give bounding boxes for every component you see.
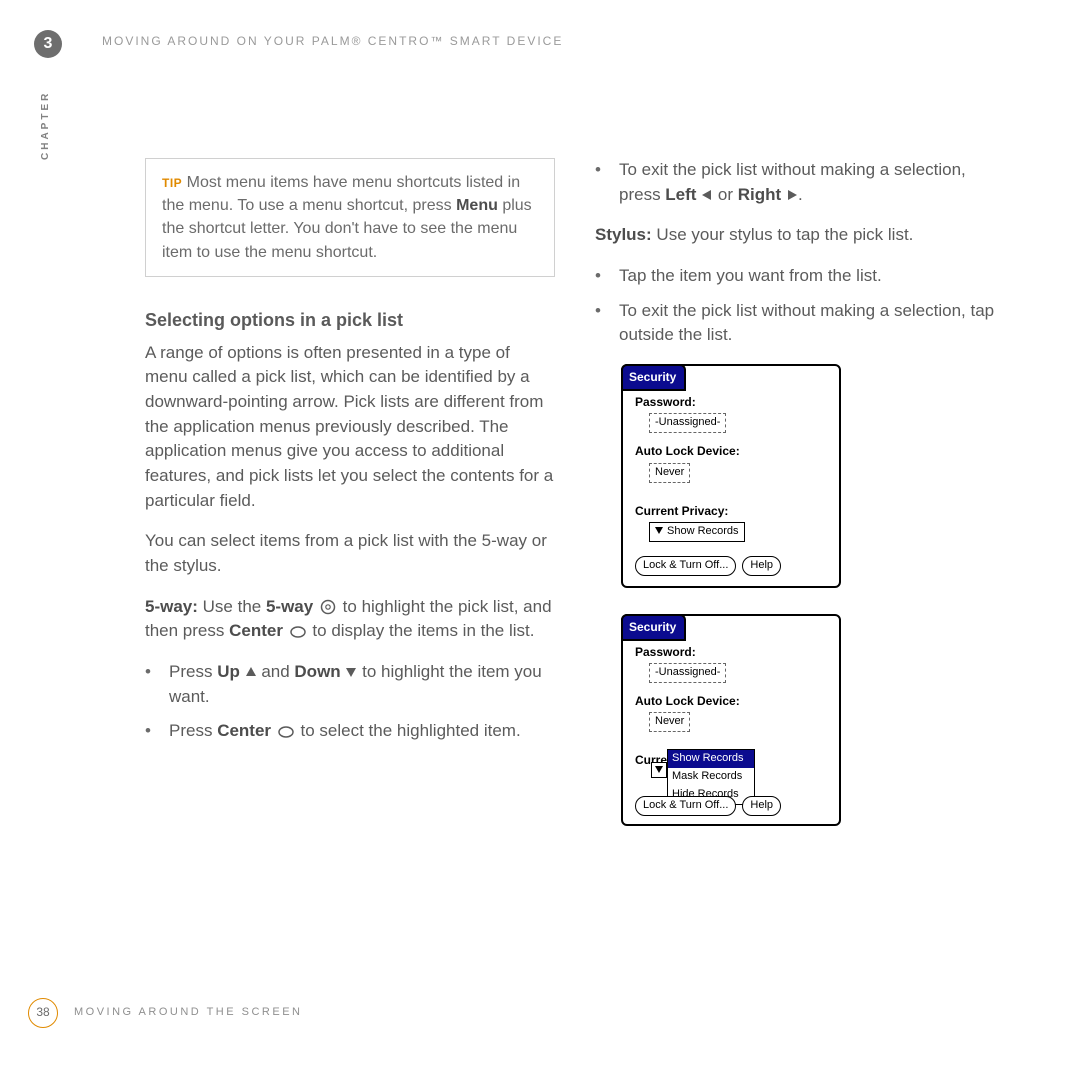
para2: You can select items from a pick list wi… <box>145 529 555 578</box>
privacy-picklist[interactable]: Show Records <box>649 522 745 542</box>
chapter-badge: 3 <box>34 30 62 58</box>
autolock-field[interactable]: Never <box>649 463 690 483</box>
fiveway-icon <box>318 599 338 615</box>
right-column: •To exit the pick list without making a … <box>595 158 1005 852</box>
up-arrow-icon <box>245 666 257 678</box>
password-field[interactable]: -Unassigned- <box>649 413 726 433</box>
autolock-label: Auto Lock Device: <box>635 443 827 460</box>
chevron-down-icon <box>655 527 663 534</box>
dropdown-option-show[interactable]: Show Records <box>668 750 754 768</box>
lock-turnoff-button[interactable]: Lock & Turn Off... <box>635 556 736 576</box>
center-icon <box>276 725 296 739</box>
chapter-side-label: CHAPTER <box>39 91 54 160</box>
tip-label: TIP <box>162 176 182 190</box>
left-column: TIP Most menu items have menu shortcuts … <box>145 158 555 852</box>
footer-title: MOVING AROUND THE SCREEN <box>74 1005 303 1021</box>
fiveway-lead: 5-way: <box>145 597 198 616</box>
picklist-toggle[interactable] <box>651 762 667 778</box>
help-button[interactable]: Help <box>742 556 781 576</box>
security-tab[interactable]: Security <box>621 614 686 641</box>
right-bullets-2: •Tap the item you want from the list. •T… <box>595 264 1005 348</box>
currentprivacy-label: Current Privacy: <box>635 503 827 520</box>
password-field[interactable]: -Unassigned- <box>649 663 726 683</box>
lock-turnoff-button[interactable]: Lock & Turn Off... <box>635 796 736 816</box>
left-arrow-icon <box>701 189 713 201</box>
right-bullets-1: •To exit the pick list without making a … <box>595 158 1005 207</box>
tip-box: TIP Most menu items have menu shortcuts … <box>145 158 555 277</box>
dropdown-option-mask[interactable]: Mask Records <box>668 768 754 786</box>
header-title: MOVING AROUND ON YOUR PALM® CENTRO™ SMAR… <box>102 33 563 50</box>
tip-bold-menu: Menu <box>456 197 498 214</box>
center-icon <box>288 625 308 639</box>
fiveway-para: 5-way: Use the 5-way to highlight the pi… <box>145 595 555 644</box>
password-label: Password: <box>635 644 827 661</box>
down-arrow-icon <box>345 666 357 678</box>
autolock-label: Auto Lock Device: <box>635 693 827 710</box>
section-heading: Selecting options in a pick list <box>145 307 555 333</box>
password-label: Password: <box>635 394 827 411</box>
autolock-field[interactable]: Never <box>649 712 690 732</box>
chevron-down-icon <box>655 766 663 773</box>
left-bullets: •Press Up and Down to highlight the item… <box>145 660 555 744</box>
footer: 38 MOVING AROUND THE SCREEN <box>28 998 303 1028</box>
stylus-para: Stylus: Use your stylus to tap the pick … <box>595 223 1005 248</box>
palm-security-panel-open: Security Password: -Unassigned- Auto Loc… <box>621 614 841 826</box>
security-tab[interactable]: Security <box>621 364 686 391</box>
palm-security-panel-closed: Security Password: -Unassigned- Auto Loc… <box>621 364 841 588</box>
para1: A range of options is often presented in… <box>145 341 555 513</box>
right-arrow-icon <box>786 189 798 201</box>
page-number: 38 <box>28 998 58 1028</box>
help-button[interactable]: Help <box>742 796 781 816</box>
